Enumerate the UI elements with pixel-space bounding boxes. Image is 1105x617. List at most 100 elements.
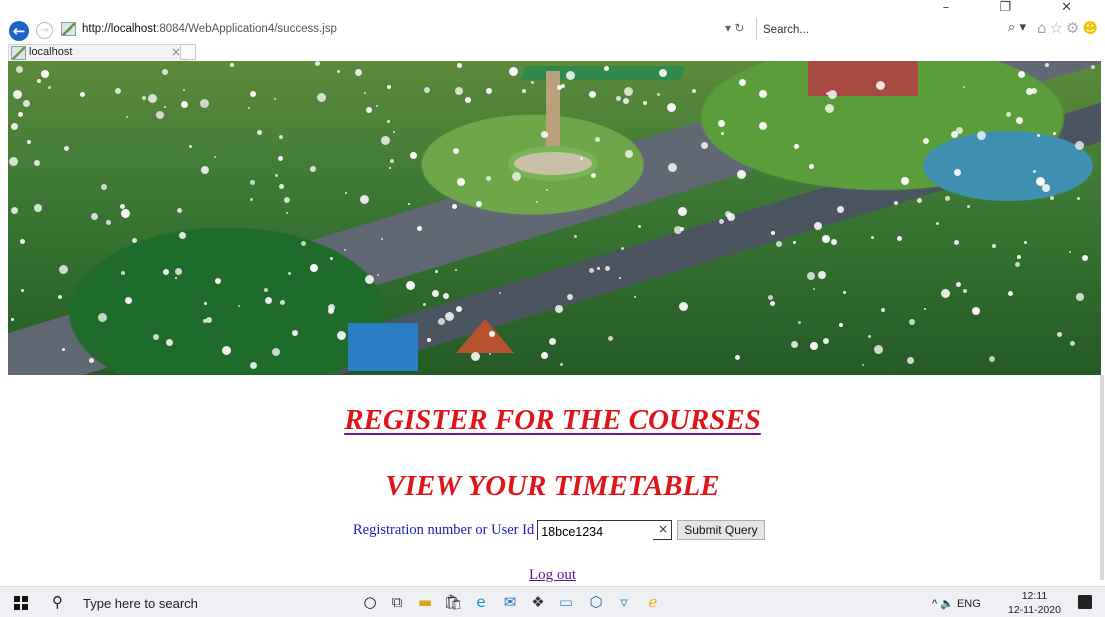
new-tab-button[interactable] [180, 44, 196, 60]
snow-particle [1008, 291, 1013, 296]
snow-particle [992, 244, 996, 248]
tab-localhost[interactable]: localhost × [8, 44, 186, 61]
snow-particle [126, 116, 128, 118]
snow-particle [956, 282, 961, 287]
snow-particle [381, 238, 383, 240]
taskbar-search-text[interactable]: Type here to search [83, 596, 198, 611]
snow-particle [909, 319, 915, 325]
snow-particle [11, 123, 18, 130]
snow-particle [831, 239, 837, 245]
snow-particle [560, 363, 563, 366]
snow-particle [98, 313, 107, 322]
snow-particle [595, 137, 600, 142]
snow-particle [452, 204, 457, 209]
taskbar-search[interactable]: ⚲ Type here to search [42, 587, 342, 617]
snow-particle [954, 169, 961, 176]
snow-particle [1076, 293, 1084, 301]
snow-particle [621, 247, 624, 250]
snow-particle [59, 265, 68, 274]
snow-particle [936, 222, 939, 225]
snow-particle [106, 220, 111, 225]
page-scrollbar[interactable] [1100, 375, 1104, 580]
snow-particle [1050, 196, 1054, 200]
register-courses-link[interactable]: REGISTER FOR THE COURSES [0, 404, 1105, 437]
security-icon[interactable]: ⬡ [586, 592, 606, 612]
snow-particle [768, 295, 773, 300]
snow-particle [917, 198, 922, 203]
snow-particle [41, 70, 49, 78]
url-field[interactable]: http://localhost:8084/WebApplication4/su… [82, 23, 337, 35]
snow-particle [659, 69, 667, 77]
snow-particle [580, 157, 583, 160]
toolbar-icons[interactable]: ⌂☆⚙☻ [1037, 19, 1101, 37]
register-courses-text[interactable]: REGISTER FOR THE COURSES [344, 404, 761, 436]
snow-particle [963, 86, 965, 88]
snow-particle [443, 293, 449, 299]
snow-particle [222, 346, 231, 355]
search-input[interactable] [757, 19, 987, 41]
snow-particle [701, 142, 708, 149]
clear-input-icon[interactable]: × [658, 522, 668, 536]
snow-particle [58, 295, 62, 299]
snow-particle [280, 300, 285, 305]
app-icon[interactable]: ▿ [614, 592, 634, 612]
snow-particle [476, 201, 482, 207]
snow-particle [376, 105, 378, 107]
smiley-feedback-icon[interactable]: ☻ [1082, 19, 1101, 37]
campus-banner-image [8, 61, 1101, 375]
home-favorites-settings-icons[interactable]: ⌂☆⚙ [1037, 19, 1082, 37]
snow-particle [668, 163, 677, 172]
snow-particle [344, 249, 346, 251]
system-tray[interactable]: ^ 🔈 ENG [932, 597, 981, 610]
snow-particle [977, 131, 986, 140]
snow-particle [48, 86, 51, 89]
snow-particle [80, 92, 85, 97]
snow-particle [770, 301, 775, 306]
snow-particle [1082, 255, 1088, 261]
edge-icon[interactable]: e [471, 592, 491, 612]
snow-particle [1015, 262, 1020, 267]
snow-particle [432, 290, 439, 297]
tab-favicon-icon [11, 46, 26, 60]
notifications-icon[interactable] [1078, 595, 1092, 609]
dropbox-icon[interactable]: ❖ [528, 592, 548, 612]
snow-particle [727, 213, 735, 221]
snow-particle [608, 336, 613, 341]
snow-particle [793, 241, 796, 244]
submit-query-button[interactable]: Submit Query [677, 520, 765, 540]
amazon-icon[interactable]: ▭ [556, 592, 576, 612]
snow-particle [200, 99, 209, 108]
snow-particle [445, 312, 454, 321]
back-button[interactable]: ← [9, 21, 29, 41]
snow-particle [1016, 117, 1023, 124]
snow-particle [156, 111, 164, 119]
snow-particle [364, 92, 366, 94]
search-box[interactable]: ⌕ ▾ [756, 18, 1034, 41]
snow-particle [657, 93, 660, 96]
taskbar-clock[interactable]: 12:11 12-11-2020 [1008, 589, 1061, 617]
registration-input[interactable] [538, 523, 654, 541]
refresh-button[interactable]: ▾ ↻ [725, 21, 744, 35]
snow-particle [328, 308, 334, 314]
file-explorer-icon[interactable]: ▬ [415, 592, 435, 612]
window-controls[interactable]: – ❐ ✕ [943, 0, 1095, 15]
snow-particle [337, 331, 346, 340]
snow-particle [121, 271, 125, 275]
search-icon[interactable]: ⌕ ▾ [1008, 20, 1026, 35]
snow-particle [34, 204, 42, 212]
cortana-icon[interactable]: ○ [360, 592, 380, 612]
snow-particle [101, 184, 107, 190]
store-icon[interactable]: 🛍 [443, 592, 463, 612]
task-view-icon[interactable]: ⧉ [387, 592, 407, 612]
internet-explorer-icon[interactable]: ℯ [643, 592, 663, 612]
start-button[interactable] [14, 596, 28, 610]
logout-link[interactable]: Log out [0, 567, 1105, 584]
snow-particle [1037, 134, 1040, 137]
forward-button[interactable]: → [36, 22, 53, 39]
snow-particle [561, 84, 565, 88]
snow-particle [387, 120, 390, 123]
snow-particle [257, 130, 262, 135]
mail-icon[interactable]: ✉ [500, 592, 520, 612]
snow-particle [315, 61, 320, 66]
registration-field[interactable]: × [537, 520, 673, 541]
